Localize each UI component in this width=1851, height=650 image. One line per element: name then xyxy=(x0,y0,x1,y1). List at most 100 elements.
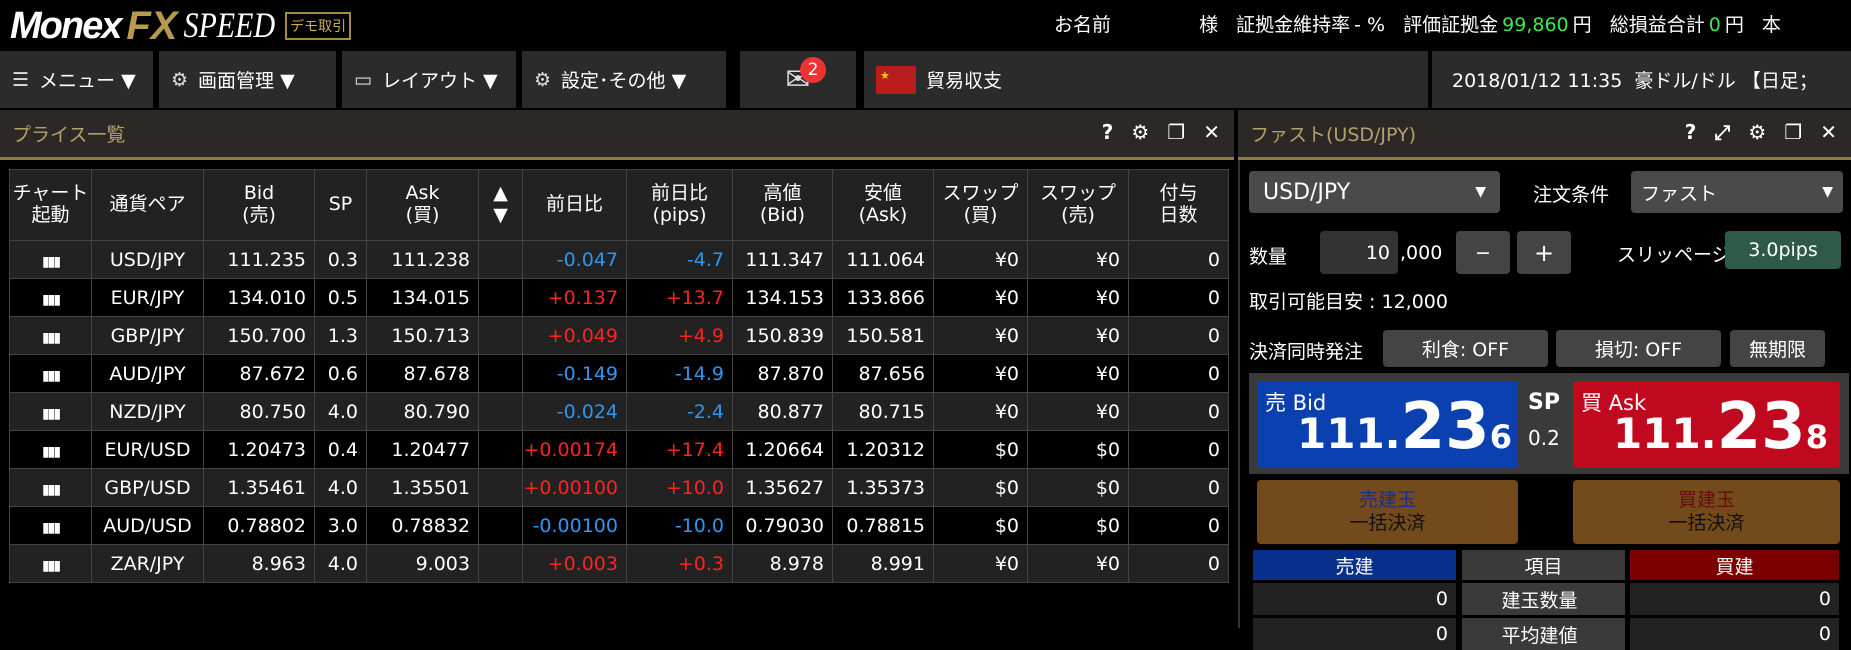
take-profit-button[interactable]: 利食: OFF xyxy=(1383,330,1548,367)
currency-pair-cell: GBP/USD xyxy=(91,468,204,507)
swap-buy-cell: ¥0 xyxy=(933,392,1028,431)
swap-sell-cell: ¥0 xyxy=(1027,392,1129,431)
column-header: 前日比 xyxy=(522,169,627,241)
pos-buy-value: 0 xyxy=(1630,618,1839,650)
settings-button[interactable]: ⚙ 設定･その他 ▼ xyxy=(522,51,726,108)
expand-icon[interactable]: ⤢ xyxy=(1714,120,1730,144)
days-cell: 0 xyxy=(1128,240,1229,279)
chart-launch-icon[interactable]: ▮▮▮ xyxy=(9,544,92,583)
days-cell: 0 xyxy=(1128,468,1229,507)
table-row[interactable]: ▮▮▮ AUD/USD 0.78802 3.0 0.78832 -0.00100 -10.0… xyxy=(9,506,1229,545)
bid-cell: 111.235 xyxy=(203,240,315,279)
quantity-minus-button[interactable]: − xyxy=(1456,231,1510,274)
chart-launch-icon[interactable]: ▮▮▮ xyxy=(9,392,92,431)
restore-icon[interactable]: ❐ xyxy=(1167,120,1185,144)
bid-cell: 0.78802 xyxy=(203,506,315,545)
quantity-input[interactable]: 10 xyxy=(1320,231,1398,274)
high-cell: 87.870 xyxy=(732,354,833,393)
currency-pair-cell: ZAR/JPY xyxy=(91,544,204,583)
chart-launch-icon[interactable]: ▮▮▮ xyxy=(9,354,92,393)
quantity-plus-button[interactable]: + xyxy=(1517,231,1571,274)
column-header: チャート 起動 xyxy=(9,169,92,241)
bid-cell: 8.963 xyxy=(203,544,315,583)
sell-bid-button[interactable]: 売 Bid 111.236 xyxy=(1257,381,1518,468)
table-row[interactable]: ▮▮▮ EUR/USD 1.20473 0.4 1.20477 +0.00174 +17.4… xyxy=(9,430,1229,469)
close-all-sell-button[interactable]: 売建玉 一括決済 xyxy=(1257,480,1518,544)
change-cell: +0.00174 xyxy=(522,430,627,469)
top-bar: Monex FX SPEED デモ取引 お名前 様 証拠金維持率 - % 評価証拠… xyxy=(0,0,1851,51)
fast-panel-header: ファスト(USD/JPY) ? ⤢ ⚙ ❐ ✕ xyxy=(1238,110,1851,160)
ask-cell: 0.78832 xyxy=(366,506,479,545)
bid-fraction: 6 xyxy=(1489,418,1512,456)
news-item[interactable]: 貿易収支 xyxy=(864,51,1428,108)
change-pips-cell: +17.4 xyxy=(626,430,733,469)
ask-cell: 111.238 xyxy=(366,240,479,279)
days-cell: 0 xyxy=(1128,506,1229,545)
layout-button[interactable]: ▭ レイアウト ▼ xyxy=(342,51,516,108)
expiry-button[interactable]: 無期限 xyxy=(1730,330,1825,367)
change-cell: -0.024 xyxy=(522,392,627,431)
pair-select[interactable]: USD/JPY ▼ xyxy=(1249,171,1500,213)
column-header: 安値 (Ask) xyxy=(832,169,934,241)
buy-ask-button[interactable]: 買 Ask 111.238 xyxy=(1573,381,1840,468)
news-ticker[interactable]: 2018/01/12 11:35 豪ドル/ドル 【日足； xyxy=(1432,51,1851,108)
table-row[interactable]: ▮▮▮ GBP/JPY 150.700 1.3 150.713 +0.049 +4.9 150… xyxy=(9,316,1229,355)
low-cell: 8.991 xyxy=(832,544,934,583)
spread-cell: 0.6 xyxy=(314,354,367,393)
days-cell: 0 xyxy=(1128,392,1229,431)
help-icon[interactable]: ? xyxy=(1685,120,1697,144)
chart-launch-icon[interactable]: ▮▮▮ xyxy=(9,240,92,279)
slippage-button[interactable]: 3.0pips xyxy=(1725,231,1841,269)
close-sell-line2: 一括決済 xyxy=(1349,512,1426,534)
gear-icon[interactable]: ⚙ xyxy=(1748,120,1766,144)
column-header[interactable]: ▲ ▼ xyxy=(478,169,523,241)
gear-icon[interactable]: ⚙ xyxy=(1131,120,1149,144)
table-row[interactable]: ▮▮▮ EUR/JPY 134.010 0.5 134.015 +0.137 +13.7 13… xyxy=(9,278,1229,317)
table-row[interactable]: ▮▮▮ NZD/JPY 80.750 4.0 80.790 -0.024 -2.4 80.87… xyxy=(9,392,1229,431)
swap-buy-cell: ¥0 xyxy=(933,278,1028,317)
chart-launch-icon[interactable]: ▮▮▮ xyxy=(9,316,92,355)
table-row[interactable]: ▮▮▮ AUD/JPY 87.672 0.6 87.678 -0.149 -14.9 87.8… xyxy=(9,354,1229,393)
screen-manage-button[interactable]: ⚙ 画面管理 ▼ xyxy=(159,51,336,108)
mail-button[interactable]: ✉ 2 xyxy=(740,51,856,108)
order-condition-select[interactable]: ファスト ▼ xyxy=(1631,171,1843,213)
stop-loss-button[interactable]: 損切: OFF xyxy=(1556,330,1721,367)
trend-cell xyxy=(478,354,523,393)
table-row[interactable]: ▮▮▮ USD/JPY 111.235 0.3 111.238 -0.047 -4.7 111… xyxy=(9,240,1229,279)
swap-sell-cell: $0 xyxy=(1027,506,1129,545)
change-cell: +0.137 xyxy=(522,278,627,317)
close-icon[interactable]: ✕ xyxy=(1820,120,1837,144)
trend-cell xyxy=(478,430,523,469)
days-cell: 0 xyxy=(1128,544,1229,583)
currency-pair-cell: NZD/JPY xyxy=(91,392,204,431)
trend-cell xyxy=(478,240,523,279)
menu-button[interactable]: ☰ メニュー ▼ xyxy=(0,51,153,108)
price-panel-header: プライス一覧 ? ⚙ ❐ ✕ xyxy=(0,110,1234,160)
table-row[interactable]: ▮▮▮ ZAR/JPY 8.963 4.0 9.003 +0.003 +0.3 8.978 8.… xyxy=(9,544,1229,583)
restore-icon[interactable]: ❐ xyxy=(1784,120,1802,144)
change-pips-cell: +4.9 xyxy=(626,316,733,355)
column-header: 付与 日数 xyxy=(1128,169,1229,241)
bid-pips: 23 xyxy=(1400,390,1490,464)
column-header: 高値 (Bid) xyxy=(732,169,833,241)
change-pips-cell: +10.0 xyxy=(626,468,733,507)
close-all-buy-button[interactable]: 買建玉 一括決済 xyxy=(1573,480,1840,544)
price-panel-title: プライス一覧 xyxy=(12,124,126,146)
high-cell: 111.347 xyxy=(732,240,833,279)
days-cell: 0 xyxy=(1128,316,1229,355)
chart-launch-icon[interactable]: ▮▮▮ xyxy=(9,278,92,317)
swap-buy-cell: ¥0 xyxy=(933,354,1028,393)
chart-launch-icon[interactable]: ▮▮▮ xyxy=(9,430,92,469)
spread-cell: 3.0 xyxy=(314,506,367,545)
help-icon[interactable]: ? xyxy=(1102,120,1114,144)
swap-sell-cell: ¥0 xyxy=(1027,354,1129,393)
window-gear-icon: ⚙ xyxy=(171,68,189,91)
spread-label: SP xyxy=(1528,390,1560,415)
chart-launch-icon[interactable]: ▮▮▮ xyxy=(9,506,92,545)
settings-label: 設定･その他 ▼ xyxy=(561,70,687,92)
days-cell: 0 xyxy=(1128,354,1229,393)
table-row[interactable]: ▮▮▮ GBP/USD 1.35461 4.0 1.35501 +0.00100 +10.0… xyxy=(9,468,1229,507)
close-icon[interactable]: ✕ xyxy=(1203,120,1220,144)
swap-sell-cell: ¥0 xyxy=(1027,316,1129,355)
chart-launch-icon[interactable]: ▮▮▮ xyxy=(9,468,92,507)
